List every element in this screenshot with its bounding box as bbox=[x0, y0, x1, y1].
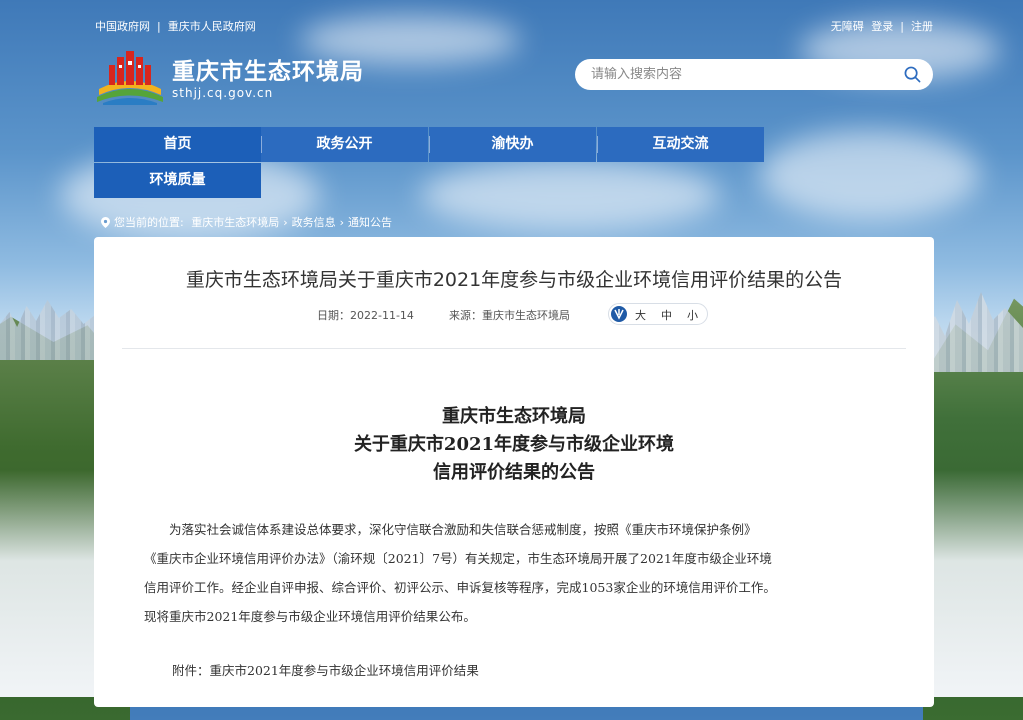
breadcrumb-item-info[interactable]: 政务信息 bbox=[292, 216, 336, 229]
breadcrumb: 您当前的位置: 重庆市生态环境局 › 政务信息 › 通知公告 bbox=[101, 214, 392, 230]
font-size-medium[interactable]: 中 bbox=[661, 307, 672, 323]
font-size-small[interactable]: 小 bbox=[687, 307, 698, 323]
breadcrumb-item-home[interactable]: 重庆市生态环境局 bbox=[191, 216, 279, 229]
nav-gov-affairs[interactable]: 政务公开 bbox=[261, 127, 428, 162]
skyline-left bbox=[0, 300, 95, 360]
search-box bbox=[575, 59, 933, 90]
body-line-4: 现将重庆市2021年度参与市级企业环境信用评价结果公布。 bbox=[144, 609, 476, 624]
skyline-right bbox=[923, 292, 1023, 372]
article-title: 重庆市生态环境局关于重庆市2021年度参与市级企业环境信用评价结果的公告 bbox=[185, 269, 843, 291]
article-date: 日期：2022-11-14 bbox=[317, 309, 414, 322]
nav-interaction[interactable]: 互动交流 bbox=[597, 127, 764, 162]
breadcrumb-prefix: 您当前的位置: bbox=[114, 216, 184, 229]
document-heading-line-3: 信用评价结果的公告 bbox=[433, 462, 595, 483]
site-url: sthjj.cq.gov.cn bbox=[172, 86, 274, 100]
site-logo[interactable] bbox=[95, 47, 165, 105]
divider bbox=[122, 348, 906, 349]
top-links-left: 中国政府网 | 重庆市人民政府网 bbox=[95, 20, 256, 33]
location-pin-icon bbox=[101, 217, 110, 228]
document-heading-line-2: 关于重庆市2021年度参与市级企业环境 bbox=[353, 434, 675, 455]
nav-env-quality[interactable]: 环境质量 bbox=[94, 163, 261, 198]
search-icon[interactable] bbox=[904, 66, 921, 83]
login-link[interactable]: 登录 bbox=[871, 20, 893, 33]
breadcrumb-item-notices[interactable]: 通知公告 bbox=[348, 216, 392, 229]
nav-home[interactable]: 首页 bbox=[94, 127, 261, 162]
document-heading: 重庆市生态环境局 关于重庆市2021年度参与市级企业环境 信用评价结果的公告 bbox=[94, 403, 934, 487]
site-title[interactable]: 重庆市生态环境局 bbox=[172, 52, 364, 86]
accessibility-link[interactable]: 无障碍 bbox=[831, 20, 864, 33]
emblem-icon bbox=[97, 51, 163, 105]
font-size-switcher: 大 中 小 bbox=[608, 303, 708, 325]
search-input[interactable] bbox=[589, 66, 893, 83]
top-links-right: 无障碍 登录 | 注册 bbox=[830, 20, 933, 33]
font-size-large[interactable]: 大 bbox=[635, 307, 646, 323]
nav-yukuaiban[interactable]: 渝快办 bbox=[429, 127, 596, 162]
body-line-3: 信用评价工作。经企业自评申报、综合评价、初评公示、申诉复核等程序，完成1053家… bbox=[144, 580, 776, 595]
article-body: 为落实社会诚信体系建设总体要求，深化守信联合激励和失信联合惩戒制度，按照《重庆市… bbox=[144, 515, 884, 631]
link-cq-gov[interactable]: 重庆市人民政府网 bbox=[168, 20, 256, 33]
link-gov-cn[interactable]: 中国政府网 bbox=[95, 20, 150, 33]
article-card: 重庆市生态环境局关于重庆市2021年度参与市级企业环境信用评价结果的公告 日期：… bbox=[94, 237, 934, 707]
body-line-2: 《重庆市企业环境信用评价办法》（渝环规〔2021〕7号）有关规定，市生态环境局开… bbox=[144, 551, 772, 566]
register-link[interactable]: 注册 bbox=[911, 20, 933, 33]
font-size-icon bbox=[611, 306, 627, 322]
body-line-1: 为落实社会诚信体系建设总体要求，深化守信联合激励和失信联合惩戒制度，按照《重庆市… bbox=[169, 522, 757, 537]
article-source: 来源：重庆市生态环境局 bbox=[449, 309, 570, 322]
document-heading-line-1: 重庆市生态环境局 bbox=[442, 406, 586, 427]
attachment-link[interactable]: 附件：重庆市2021年度参与市级企业环境信用评价结果 bbox=[172, 660, 479, 679]
